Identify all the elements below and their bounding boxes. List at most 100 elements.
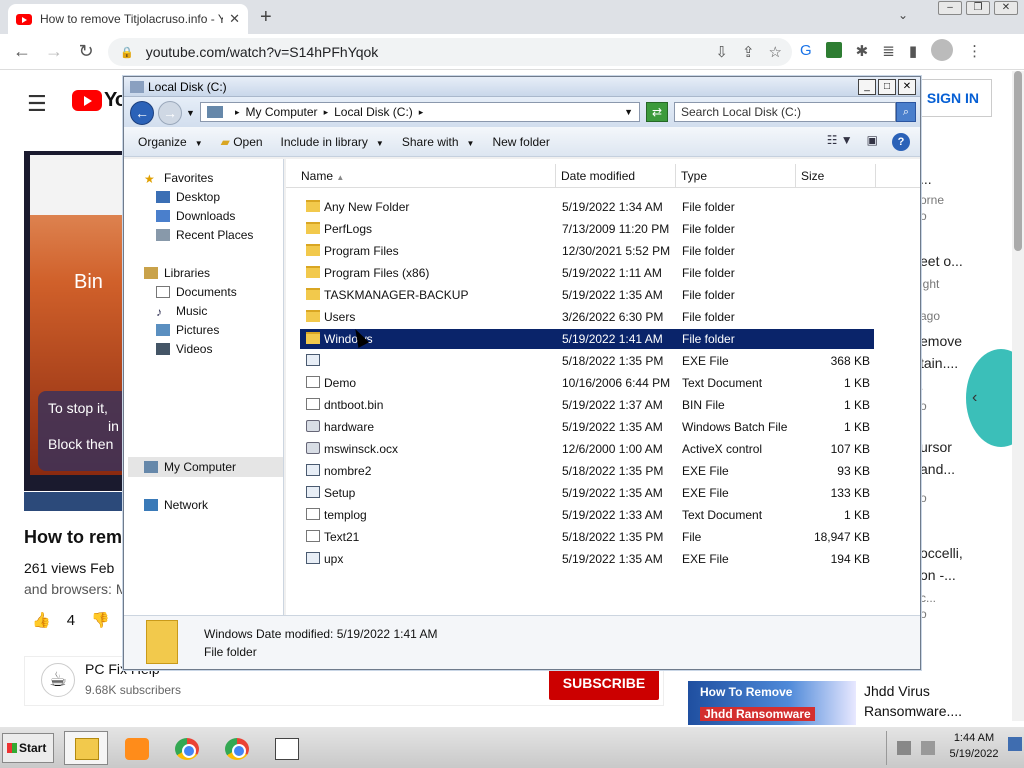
recommendation-text[interactable]: c... [920, 591, 936, 605]
browser-tab[interactable]: How to remove Titjolacruso.info - Y ✕ [8, 4, 248, 34]
video-description[interactable]: and browsers: M [24, 581, 127, 597]
video-player[interactable]: Bin To stop it, in Block then [24, 151, 126, 511]
recommendation-text[interactable]: eet o... [920, 253, 963, 269]
taskbar-chrome-2[interactable] [214, 731, 258, 765]
file-row[interactable]: Any New Folder 5/19/2022 1:34 AM File fold… [300, 197, 874, 217]
explorer-minimize-icon[interactable]: _ [858, 79, 876, 95]
like-icon[interactable]: 👍 [32, 611, 51, 629]
file-row[interactable]: TASKMANAGER-BACKUP 5/19/2022 1:35 AM File … [300, 285, 874, 305]
recommendation-text[interactable]: ursor [920, 439, 952, 455]
explorer-forward-icon[interactable]: → [158, 101, 182, 125]
recommendation-text[interactable]: o [920, 209, 927, 223]
new-folder-button[interactable]: New folder [492, 135, 549, 149]
nav-my-computer[interactable]: My Computer [144, 460, 236, 474]
explorer-close-icon[interactable]: ✕ [898, 79, 916, 95]
recommendation-text[interactable]: ight [920, 277, 939, 291]
column-type[interactable]: Type [676, 164, 796, 188]
address-bar[interactable]: 🔒 youtube.com/watch?v=S14hPFhYqok ⇩ ⇪ ☆ [108, 38, 792, 66]
recommendation-text[interactable]: on -... [920, 567, 956, 583]
restore-icon[interactable]: ❐ [966, 1, 990, 15]
reload-icon[interactable]: ↻ [70, 41, 102, 62]
recommendation-text[interactable]: occelli, [920, 545, 963, 561]
recommendation-text[interactable]: emove [920, 333, 962, 349]
breadcrumb-sep-icon[interactable]: ▸ [419, 107, 424, 118]
explorer-refresh-icon[interactable]: ⇄ [646, 102, 668, 122]
share-icon[interactable]: ⇪ [742, 43, 755, 61]
recommendation-text[interactable]: o [920, 491, 927, 505]
nav-pictures[interactable]: Pictures [156, 323, 219, 337]
recommendation-text[interactable]: ago [920, 309, 940, 323]
address-dropdown-icon[interactable]: ▼ [624, 107, 633, 117]
file-row[interactable]: Program Files 12/30/2021 5:52 PM File fold… [300, 241, 874, 261]
breadcrumb-sep-icon[interactable]: ▸ [235, 107, 240, 118]
nav-recent-places[interactable]: Recent Places [156, 228, 253, 242]
nav-libraries[interactable]: Libraries [144, 266, 210, 280]
recommendation-text[interactable]: o [920, 607, 927, 621]
nav-network[interactable]: Network [144, 498, 208, 512]
subscribe-button[interactable]: SUBSCRIBE [549, 666, 659, 700]
nav-favorites[interactable]: ★ Favorites [144, 171, 213, 186]
file-row[interactable]: Program Files (x86) 5/19/2022 1:11 AM File… [300, 263, 874, 283]
new-tab-icon[interactable]: + [260, 6, 272, 29]
preview-pane-icon[interactable]: ▣ [867, 133, 878, 151]
channel-avatar[interactable]: ☕ [41, 663, 75, 697]
nav-videos[interactable]: Videos [156, 342, 212, 356]
taskbar-explorer[interactable] [64, 731, 108, 765]
recommendation-thumbnail[interactable]: How To Remove Jhdd Ransomware [688, 681, 856, 725]
show-desktop-icon[interactable] [1008, 737, 1022, 751]
file-row[interactable]: upx 5/19/2022 1:35 AM EXE File 194 KB [300, 549, 874, 569]
nav-documents[interactable]: Documents [156, 285, 237, 299]
extension-green-icon[interactable] [825, 42, 842, 58]
nav-desktop[interactable]: Desktop [156, 190, 220, 204]
nav-downloads[interactable]: Downloads [156, 209, 235, 223]
bookmark-star-icon[interactable]: ☆ [769, 43, 782, 61]
hamburger-menu-icon[interactable]: ☰ [27, 91, 47, 117]
file-row[interactable]: Users 3/26/2022 6:30 PM File folder [300, 307, 874, 327]
file-row[interactable]: PerfLogs 7/13/2009 11:20 PM File folder [300, 219, 874, 239]
file-row[interactable]: mswinsck.ocx 12/6/2000 1:00 AM ActiveX con… [300, 439, 874, 459]
recommendation-text[interactable]: orne [920, 193, 944, 207]
column-date-modified[interactable]: Date modified [556, 164, 676, 188]
youtube-logo[interactable]: Yo [72, 89, 127, 112]
taskbar-chrome-1[interactable] [164, 731, 208, 765]
puzzle-extensions-icon[interactable]: ✱ [856, 42, 869, 61]
file-row[interactable]: Text21 5/18/2022 1:35 PM File 18,947 KB [300, 527, 874, 547]
nav-music[interactable]: ♪ Music [156, 304, 207, 319]
open-button[interactable]: ▰ Open [221, 135, 263, 149]
recommendation-text[interactable]: ... [920, 171, 932, 187]
taskbar-media-player[interactable] [114, 731, 158, 765]
recommendation-title[interactable]: Jhdd Virus Ransomware.... [864, 681, 962, 721]
help-icon[interactable]: ? [892, 133, 910, 151]
column-name[interactable]: Name ▲ [296, 164, 556, 188]
explorer-maximize-icon[interactable]: □ [878, 79, 896, 95]
start-button[interactable]: Start [2, 733, 54, 763]
media-control-icon[interactable]: ≣ [882, 42, 895, 61]
sign-in-button[interactable]: SIGN IN [914, 79, 992, 117]
volume-icon[interactable] [921, 741, 935, 755]
file-row[interactable]: hardware 5/19/2022 1:35 AM Windows Batch F… [300, 417, 874, 437]
taskbar-task-list[interactable] [264, 731, 308, 765]
network-tray-icon[interactable] [897, 741, 911, 755]
profile-avatar-icon[interactable] [931, 39, 954, 61]
explorer-back-icon[interactable]: ← [130, 101, 154, 125]
column-size[interactable]: Size [796, 164, 876, 188]
file-row[interactable]: dntboot.bin 5/19/2022 1:37 AM BIN File 1 KB [300, 395, 874, 415]
install-icon[interactable]: ⇩ [715, 43, 728, 61]
extension-g-icon[interactable]: G [800, 42, 812, 61]
back-icon[interactable]: ← [6, 41, 38, 62]
change-view-icon[interactable]: ☷ ▼ [827, 133, 853, 151]
page-scrollbar-thumb[interactable] [1014, 71, 1022, 251]
file-row[interactable]: 5/18/2022 1:35 PM EXE File 368 KB [300, 351, 874, 371]
recommendation-text[interactable]: and... [920, 461, 955, 477]
file-row[interactable]: Windows 5/19/2022 1:41 AM File folder [300, 329, 874, 349]
breadcrumb-my-computer[interactable]: My Computer [246, 105, 318, 119]
minimize-icon[interactable]: – [938, 1, 962, 15]
recent-pages-chevron-icon[interactable]: ▼ [186, 108, 195, 125]
recommendation-text[interactable]: o [920, 399, 927, 413]
dislike-icon[interactable]: 👎 [91, 611, 110, 629]
file-row[interactable]: Setup 5/19/2022 1:35 AM EXE File 133 KB [300, 483, 874, 503]
menu-dots-icon[interactable]: ⋮ [967, 42, 982, 61]
explorer-search-input[interactable]: Search Local Disk (C:) [674, 102, 896, 122]
include-in-library-button[interactable]: Include in library ▼ [281, 135, 384, 149]
taskbar-clock[interactable]: 1:44 AM 5/19/2022 [938, 730, 1010, 762]
